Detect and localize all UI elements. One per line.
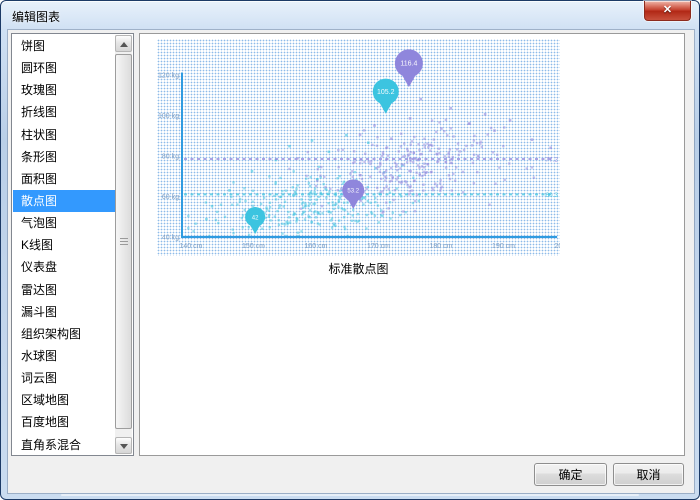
x-tick-label: 180 cm (430, 243, 453, 250)
arrow-up-icon (120, 42, 128, 47)
sidebar-item[interactable]: 气泡图 (13, 212, 115, 234)
sidebar-item[interactable]: 直角系混合 (13, 434, 115, 454)
sidebar-item[interactable]: 折线图 (13, 101, 115, 123)
pin-label: 53.2 (347, 189, 359, 195)
dialog-title: 编辑图表 (12, 8, 60, 25)
sidebar-item[interactable]: 玫瑰图 (13, 79, 115, 101)
pin-marker: 53.2 (342, 179, 364, 209)
chart-type-list[interactable]: 饼图圆环图玫瑰图折线图柱状图条形图面积图散点图气泡图K线图仪表盘雷达图漏斗图组织… (11, 33, 134, 456)
sidebar-item[interactable]: 雷达图 (13, 279, 115, 301)
sidebar-item[interactable]: 组织架构图 (13, 323, 115, 345)
y-tick-label: 60 kg (162, 194, 179, 201)
x-tick-label: 140 cm (180, 243, 203, 250)
sidebar-item[interactable]: 区域地图 (13, 389, 115, 411)
y-tick-label: 120 kg (158, 72, 179, 79)
x-tick-label: 160 cm (305, 243, 328, 250)
sidebar-item[interactable]: 柱状图 (13, 124, 115, 146)
sidebar-item[interactable]: K线图 (13, 234, 115, 256)
sidebar-item[interactable]: 仪表盘 (13, 256, 115, 278)
preview-caption: 标准散点图 (157, 260, 560, 277)
sidebar-item[interactable]: 圆环图 (13, 57, 115, 79)
sidebar-item[interactable]: 条形图 (13, 146, 115, 168)
scatter-points-series-purple (288, 98, 552, 214)
sidebar-item[interactable]: 百度地图 (13, 411, 115, 433)
sidebar-item[interactable]: 水球图 (13, 345, 115, 367)
pin-label: 116.4 (400, 61, 417, 68)
pin-label: 105.2 (377, 89, 395, 96)
axes (181, 73, 557, 238)
preview-panel: 77.2 60.3 120 kg 100 kg 80 kg 60 kg 40 kg140 c… (139, 33, 685, 456)
dialog-client-area: 饼图圆环图玫瑰图折线图柱状图条形图面积图散点图气泡图K线图仪表盘雷达图漏斗图组织… (8, 30, 694, 493)
x-tick-label: 200 cm (555, 243, 560, 250)
scrollbar-thumb[interactable] (115, 54, 132, 429)
x-tick-label: 150 cm (242, 243, 265, 250)
markline-label: 77.2 (545, 156, 558, 163)
sidebar-item[interactable]: 漏斗图 (13, 301, 115, 323)
scatter-chart-preview: 77.2 60.3 120 kg 100 kg 80 kg 60 kg 40 kg140 c… (157, 39, 560, 256)
pin-marker: 42 (245, 207, 265, 234)
chart-type-items: 饼图圆环图玫瑰图折线图柱状图条形图面积图散点图气泡图K线图仪表盘雷达图漏斗图组织… (13, 35, 115, 454)
title-bar: 编辑图表 ✕ (1, 1, 699, 30)
sidebar-item[interactable]: 词云图 (13, 367, 115, 389)
x-tick-label: 170 cm (367, 243, 390, 250)
sidebar-item[interactable]: 面积图 (13, 168, 115, 190)
y-tick-label: 100 kg (158, 113, 179, 120)
scatter-points-series-teal (187, 134, 420, 237)
pin-marker: 116.4 (395, 49, 423, 87)
ok-button[interactable]: 确定 (534, 463, 607, 486)
markline-label: 60.3 (545, 192, 558, 199)
scrollbar-up-button[interactable] (115, 35, 132, 52)
y-tick-label: 40 kg (162, 235, 179, 242)
sidebar-item[interactable]: 散点图 (13, 190, 115, 212)
edit-chart-dialog: 编辑图表 ✕ 饼图圆环图玫瑰图折线图柱状图条形图面积图散点图气泡图K线图仪表盘雷… (0, 0, 700, 500)
scrollbar-grip-icon (120, 238, 128, 246)
x-tick-label: 190 cm (492, 243, 515, 250)
pin-marker: 105.2 (373, 79, 399, 114)
scatter-svg: 77.2 60.3 120 kg 100 kg 80 kg 60 kg 40 kg140 c… (157, 39, 560, 256)
close-button[interactable]: ✕ (644, 1, 691, 21)
scrollbar-down-button[interactable] (115, 437, 132, 454)
arrow-down-icon (120, 444, 128, 449)
list-scrollbar[interactable] (115, 35, 132, 454)
cancel-button[interactable]: 取消 (613, 463, 684, 486)
sidebar-item[interactable]: 饼图 (13, 35, 115, 57)
pin-label: 42 (252, 215, 259, 221)
close-icon: ✕ (645, 1, 690, 20)
y-tick-label: 80 kg (162, 153, 179, 160)
